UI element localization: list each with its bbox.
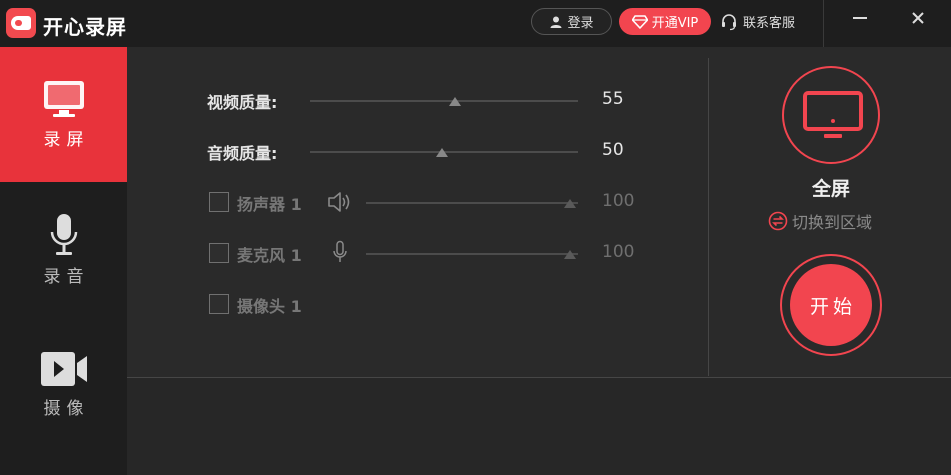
- microphone-icon: [50, 214, 77, 255]
- audio-quality-label: 音频质量:: [207, 144, 278, 163]
- capture-mode-label: 全屏: [811, 178, 850, 200]
- speaker-label: 扬声器 1: [237, 195, 302, 214]
- switch-to-region-link[interactable]: 切换到区域: [768, 209, 898, 233]
- video-quality-slider[interactable]: [310, 100, 578, 102]
- contact-service-button[interactable]: 联系客服: [720, 8, 810, 35]
- sidebar: 录屏 录音 摄像: [0, 47, 127, 475]
- microphone-volume-slider-handle[interactable]: [564, 250, 576, 259]
- minimize-button[interactable]: [840, 4, 880, 32]
- microphone-checkbox[interactable]: [209, 243, 229, 263]
- app-title: 开心录屏: [43, 15, 127, 39]
- login-label: 登录: [567, 16, 594, 31]
- microphone-volume-value: 100: [602, 242, 635, 262]
- sidebar-item-screen-record[interactable]: 录屏: [0, 47, 127, 182]
- camera-checkbox[interactable]: [209, 294, 229, 314]
- login-button[interactable]: 登录: [531, 8, 612, 35]
- vip-button[interactable]: 开通VIP: [619, 8, 711, 35]
- diamond-icon: [631, 14, 648, 29]
- speaker-checkbox[interactable]: [209, 192, 229, 212]
- title-bar: 开心录屏 登录 开通VIP 联系客服: [0, 0, 951, 47]
- speaker-volume-value: 100: [602, 191, 635, 211]
- sidebar-item-audio-record[interactable]: 录音: [0, 182, 127, 317]
- speaker-icon: [328, 192, 350, 212]
- monitor-icon: [43, 81, 84, 117]
- vip-label: 开通VIP: [651, 16, 699, 31]
- close-button[interactable]: [898, 4, 938, 32]
- fullscreen-mode-button[interactable]: [782, 66, 880, 164]
- video-quality-value: 55: [602, 89, 624, 109]
- switch-to-region-label: 切换到区域: [792, 213, 873, 232]
- sidebar-item-label: 摄像: [43, 399, 90, 419]
- start-button[interactable]: 开始: [790, 264, 872, 346]
- speaker-volume-slider-handle[interactable]: [564, 199, 576, 208]
- vertical-divider: [708, 58, 709, 376]
- sidebar-item-label: 录屏: [43, 130, 90, 150]
- footer-panel: [127, 378, 951, 475]
- video-quality-label: 视频质量:: [207, 93, 278, 112]
- minimize-icon: [853, 17, 867, 19]
- user-icon: [550, 16, 562, 28]
- speaker-volume-slider[interactable]: [366, 202, 578, 204]
- microphone-label: 麦克风 1: [237, 246, 302, 265]
- app-logo-icon: [6, 8, 36, 38]
- video-quality-slider-handle[interactable]: [449, 97, 461, 106]
- sidebar-item-label: 录音: [43, 267, 90, 287]
- video-camera-icon: [40, 352, 87, 386]
- microphone-small-icon: [333, 240, 347, 262]
- service-label: 联系客服: [743, 16, 796, 31]
- audio-quality-value: 50: [602, 140, 624, 160]
- camera-label: 摄像头 1: [237, 297, 302, 316]
- window-controls-divider: [823, 0, 824, 47]
- headset-icon: [722, 13, 736, 30]
- sidebar-item-camera-record[interactable]: 摄像: [0, 317, 127, 452]
- swap-icon: [768, 211, 788, 231]
- monitor-outline-icon: [803, 91, 863, 138]
- close-icon: [912, 12, 924, 24]
- audio-quality-slider-handle[interactable]: [436, 148, 448, 157]
- microphone-volume-slider[interactable]: [366, 253, 578, 255]
